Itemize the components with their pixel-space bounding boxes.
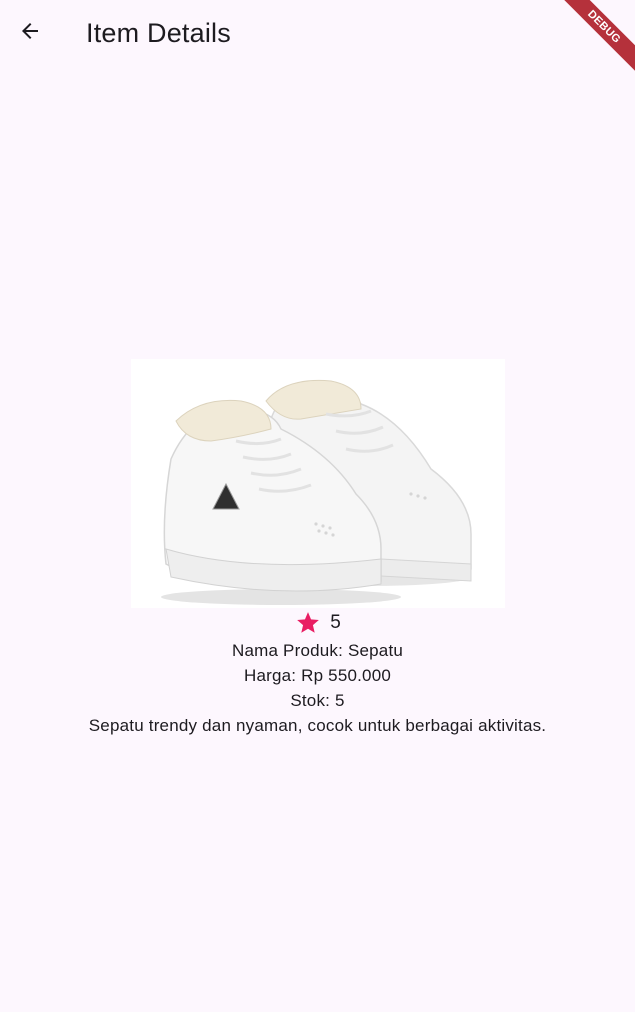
product-stock: Stok: 5 <box>290 691 345 710</box>
product-name: Nama Produk: Sepatu <box>231 641 404 660</box>
product-price: Harga: Rp 550.000 <box>243 666 392 685</box>
page-title: Item Details <box>86 18 231 48</box>
rating-row: 5 <box>294 608 341 638</box>
item-details-content: 5 Nama Produk: Sepatu Harga: Rp 550.000 … <box>0 359 635 738</box>
app-bar: Item Details <box>0 0 635 66</box>
star-icon <box>294 609 322 637</box>
rating-value: 5 <box>330 612 341 633</box>
product-description: Sepatu trendy dan nyaman, cocok untuk be… <box>88 716 547 735</box>
sneakers-image <box>130 359 505 608</box>
arrow-back-icon <box>18 19 42 48</box>
back-button[interactable] <box>10 13 50 53</box>
